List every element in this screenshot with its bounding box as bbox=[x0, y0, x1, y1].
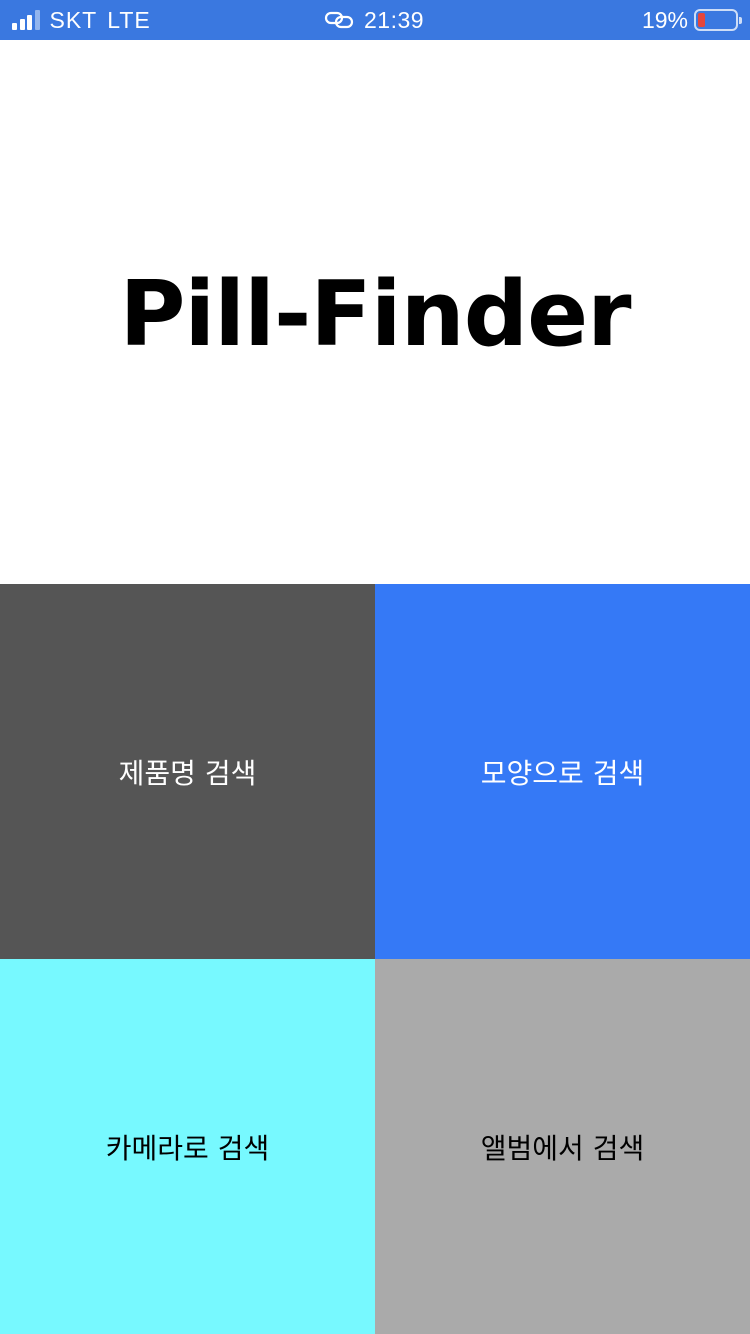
battery-icon bbox=[694, 9, 742, 31]
search-by-camera-label: 카메라로 검색 bbox=[105, 1131, 270, 1165]
search-by-name-label: 제품명 검색 bbox=[118, 756, 257, 790]
status-bar-left: SKT LTE bbox=[12, 0, 151, 40]
battery-level-fill bbox=[698, 13, 705, 27]
clock-time: 21:39 bbox=[364, 6, 425, 33]
signal-bar bbox=[19, 19, 25, 30]
status-bar-center: 21:39 bbox=[324, 0, 424, 40]
network-type: LTE bbox=[107, 6, 151, 33]
app-title: Pill-Finder bbox=[119, 262, 631, 367]
signal-strength-icon bbox=[12, 10, 40, 30]
signal-bar bbox=[34, 10, 40, 30]
signal-bar bbox=[12, 23, 17, 30]
search-from-album-label: 앨범에서 검색 bbox=[480, 1131, 645, 1165]
battery-cap bbox=[739, 17, 742, 24]
status-bar-right: 19% bbox=[641, 0, 742, 40]
battery-percent: 19% bbox=[641, 6, 688, 33]
search-by-camera-button[interactable]: 카메라로 검색 bbox=[0, 959, 375, 1334]
status-bar: SKT LTE 21:39 19% bbox=[0, 0, 750, 40]
signal-bar bbox=[27, 15, 32, 30]
search-by-name-button[interactable]: 제품명 검색 bbox=[0, 584, 375, 959]
link-icon bbox=[324, 11, 354, 29]
search-from-album-button[interactable]: 앨범에서 검색 bbox=[375, 959, 750, 1334]
app-header: Pill-Finder bbox=[0, 40, 750, 584]
carrier-name: SKT bbox=[49, 6, 98, 33]
search-menu-grid: 제품명 검색 모양으로 검색 카메라로 검색 앨범에서 검색 bbox=[0, 584, 750, 1334]
search-by-shape-label: 모양으로 검색 bbox=[480, 756, 645, 790]
search-by-shape-button[interactable]: 모양으로 검색 bbox=[375, 584, 750, 959]
